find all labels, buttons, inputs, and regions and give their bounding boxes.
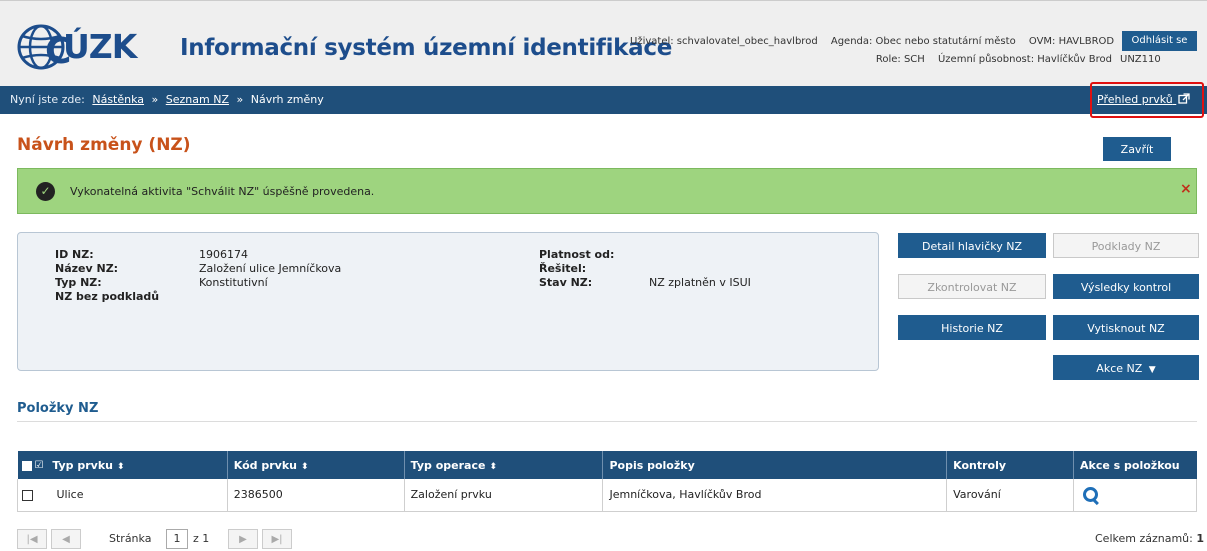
- success-alert: ✓ Vykonatelná aktivita "Schválit NZ" úsp…: [17, 168, 1197, 214]
- check-nz-button[interactable]: Zkontrolovat NZ: [898, 274, 1046, 299]
- type-value: Konstitutivní: [199, 276, 268, 289]
- page-number-input[interactable]: 1: [166, 529, 188, 549]
- nz-actions-label: Akce NZ: [1096, 362, 1143, 375]
- sort-icon: ⬍: [489, 461, 497, 472]
- breadcrumb-dashboard-link[interactable]: Nástěnka: [92, 93, 144, 106]
- name-label: Název NZ:: [55, 262, 119, 275]
- search-icon[interactable]: [1082, 486, 1100, 504]
- column-header-operation[interactable]: Typ operace ⬍: [404, 451, 604, 479]
- column-header-description: Popis položky: [602, 451, 948, 479]
- user-label: Uživatel: schvalovatel_obec_havlbrod: [630, 36, 818, 47]
- nz-info-panel: ID NZ: 1906174 Název NZ: Založení ulice …: [17, 232, 879, 371]
- check-results-button[interactable]: Výsledky kontrol: [1053, 274, 1199, 299]
- cell-item-actions: [1073, 479, 1197, 512]
- total-records: Celkem záznamů: 1: [1095, 532, 1204, 545]
- column-header-checks: Kontroly: [946, 451, 1075, 479]
- no-documents-label: NZ bez podkladů: [55, 290, 160, 303]
- logout-button[interactable]: Odhlásit se: [1122, 31, 1197, 51]
- column-label-type: Typ prvku: [52, 458, 114, 472]
- state-label: Stav NZ:: [539, 276, 593, 289]
- first-page-button[interactable]: |◀: [17, 529, 47, 549]
- prev-page-button[interactable]: ◀: [51, 529, 81, 549]
- print-button[interactable]: Vytisknout NZ: [1053, 315, 1199, 340]
- cuzk-logo[interactable]: C ÚZK: [17, 21, 177, 73]
- state-value: NZ zplatněn v ISUI: [649, 276, 751, 289]
- breadcrumb-prefix: Nyní jste zde:: [10, 93, 85, 106]
- total-records-label: Celkem záznamů:: [1095, 532, 1193, 545]
- check-circle-icon: ✓: [36, 182, 55, 201]
- column-label-operation: Typ operace: [410, 458, 486, 472]
- type-label: Typ NZ:: [55, 276, 102, 289]
- breadcrumb-current: Návrh změny: [250, 93, 324, 106]
- close-icon[interactable]: ×: [1180, 181, 1192, 197]
- section-divider: [17, 421, 1197, 422]
- next-page-button[interactable]: ▶: [228, 529, 258, 549]
- column-header-item-actions: Akce s položkou: [1073, 451, 1197, 479]
- checkmark-icon: ☑: [34, 460, 44, 471]
- name-value: Založení ulice Jemníčkova: [199, 262, 342, 275]
- close-button[interactable]: Zavřít: [1103, 137, 1171, 161]
- alert-message: Vykonatelná aktivita "Schválit NZ" úspěš…: [70, 185, 375, 198]
- cell-checks: Varování: [946, 479, 1075, 512]
- caret-down-icon: ▼: [1148, 365, 1156, 375]
- breadcrumb-separator: »: [236, 93, 244, 106]
- select-all-checkbox[interactable]: [21, 460, 32, 471]
- id-label: ID NZ:: [55, 248, 94, 261]
- table-header-row: ☑ Typ prvku ⬍ Kód prvku ⬍ Typ operace ⬍ Pop…: [17, 451, 1197, 479]
- cell-description: Jemníčkova, Havlíčkův Brod: [602, 479, 948, 512]
- page-title: Návrh změny (NZ): [17, 135, 191, 155]
- cell-type-value: Ulice: [56, 488, 84, 502]
- cell-operation: Založení prvku: [403, 479, 604, 512]
- user-info: Uživatel: schvalovatel_obec_havlbrod Age…: [630, 33, 1114, 69]
- role-label: Role: SCH: [875, 54, 925, 65]
- column-label-item-actions: Akce s položkou: [1080, 458, 1180, 472]
- nz-actions-dropdown[interactable]: Akce NZ ▼: [1053, 355, 1199, 380]
- sort-icon: ⬍: [301, 461, 309, 472]
- territory-label: Územní působnost: Havlíčkův Brod: [937, 54, 1112, 65]
- ovm-label: OVM: HAVLBROD: [1028, 36, 1115, 47]
- last-page-button[interactable]: ▶|: [262, 529, 292, 549]
- unz-code: UNZ110: [1120, 54, 1161, 65]
- breadcrumb: Nyní jste zde: Nástěnka » Seznam NZ » Ná…: [0, 86, 1207, 114]
- detail-header-button[interactable]: Detail hlavičky NZ: [898, 233, 1046, 258]
- column-header-code[interactable]: Kód prvku ⬍: [227, 451, 405, 479]
- app-header: C ÚZK Informační systém územní identifik…: [0, 0, 1207, 86]
- column-header-type[interactable]: ☑ Typ prvku ⬍: [17, 451, 228, 479]
- page-label: Stránka: [109, 532, 152, 545]
- solver-label: Řešitel:: [539, 262, 587, 275]
- items-section-title: Položky NZ: [17, 401, 99, 416]
- documents-button[interactable]: Podklady NZ: [1053, 233, 1199, 258]
- breadcrumb-nz-list-link[interactable]: Seznam NZ: [166, 93, 229, 106]
- column-label-description: Popis položky: [609, 458, 695, 472]
- page-count-label: z 1: [193, 532, 210, 545]
- breadcrumb-separator: »: [151, 93, 159, 106]
- items-table: ☑ Typ prvku ⬍ Kód prvku ⬍ Typ operace ⬍ Pop…: [17, 451, 1197, 512]
- highlight-annotation: [1090, 82, 1204, 118]
- row-checkbox[interactable]: [22, 489, 33, 501]
- agenda-label: Agenda: Obec nebo statutární město: [830, 36, 1016, 47]
- history-button[interactable]: Historie NZ: [898, 315, 1046, 340]
- sort-icon: ⬍: [117, 461, 125, 472]
- column-label-code: Kód prvku: [233, 458, 298, 472]
- cell-code: 2386500: [226, 479, 405, 512]
- id-value: 1906174: [199, 248, 248, 261]
- total-records-value: 1: [1196, 532, 1205, 545]
- cell-type: Ulice: [17, 479, 228, 512]
- app-title: Informační systém územní identifikace: [180, 35, 673, 61]
- column-label-checks: Kontroly: [953, 458, 1007, 472]
- valid-from-label: Platnost od:: [539, 248, 615, 261]
- brand-name: ÚZK: [63, 27, 137, 66]
- table-row: Ulice 2386500 Založení prvku Jemníčkova,…: [17, 479, 1197, 512]
